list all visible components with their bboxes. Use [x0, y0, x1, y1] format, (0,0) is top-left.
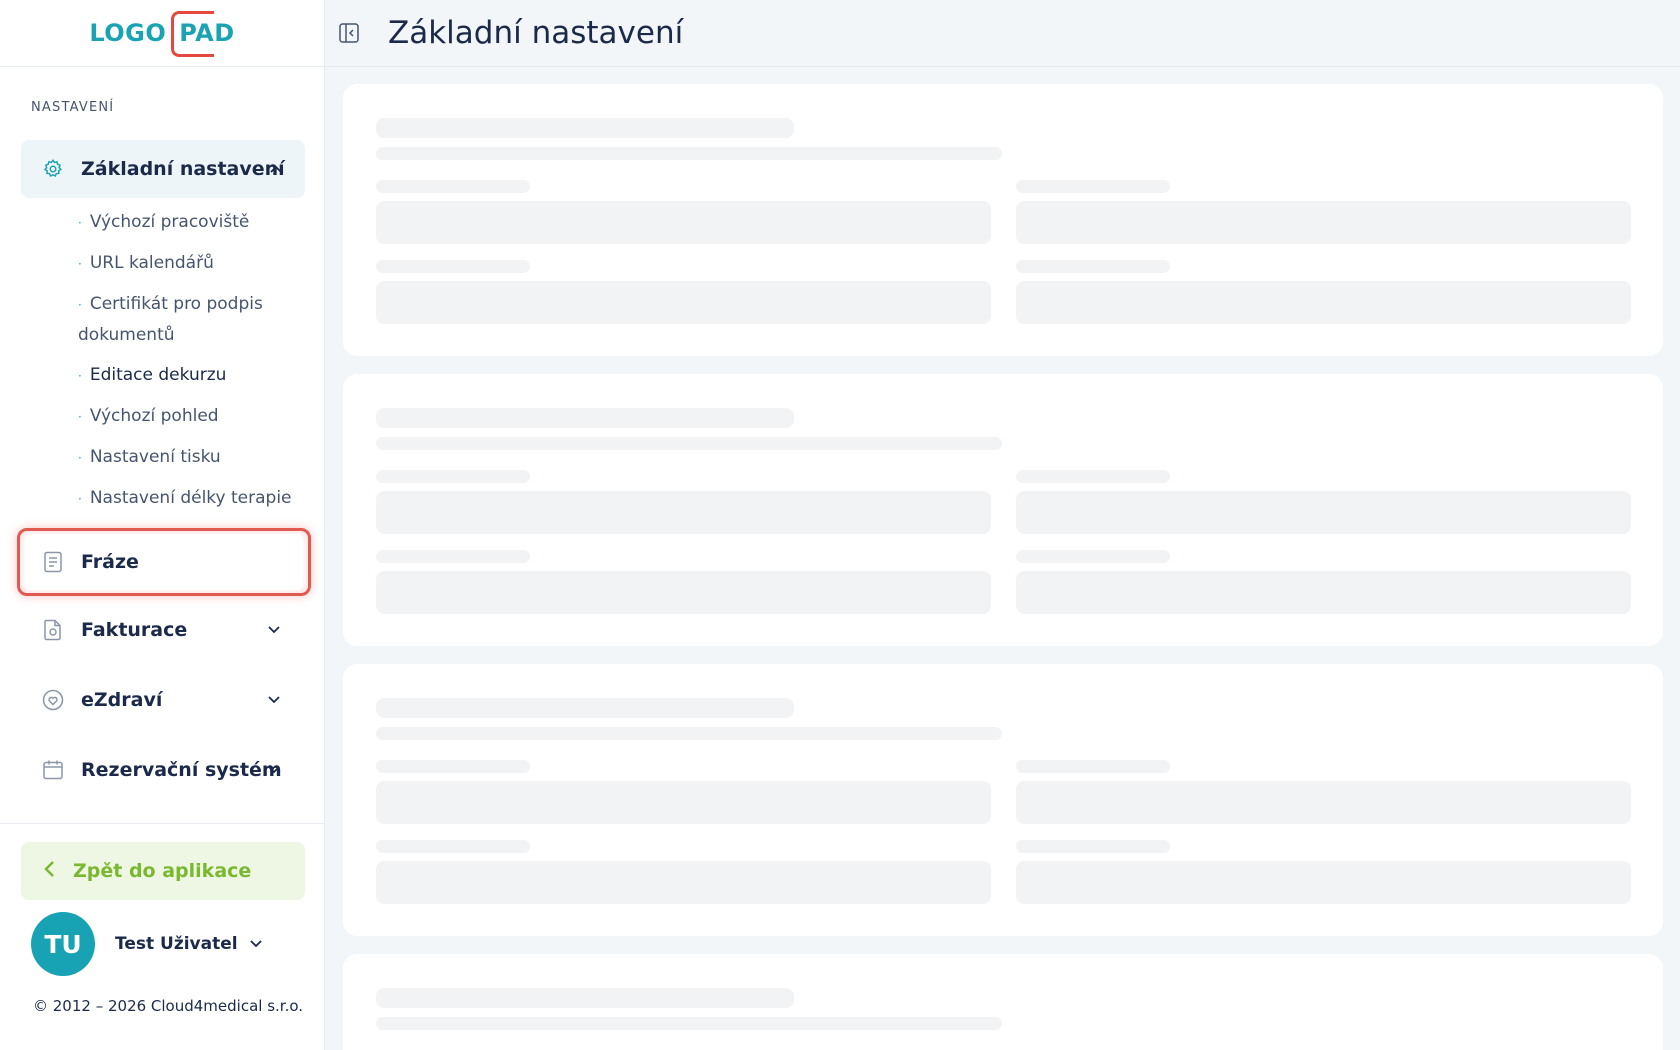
skeleton-card: [343, 954, 1663, 1050]
skeleton-label: [1016, 550, 1170, 563]
bullet-dot: ·: [78, 410, 82, 424]
sidebar-divider: [0, 823, 325, 824]
sidebar-collapse-icon[interactable]: [337, 21, 361, 45]
skeleton-field: [376, 781, 991, 824]
gear-icon: [41, 157, 65, 181]
user-name: Test Uživatel: [115, 934, 238, 954]
sidebar-item-label: Fráze: [81, 551, 139, 573]
bullet-dot: ·: [78, 492, 82, 506]
skeleton-subtitle: [376, 727, 1002, 740]
skeleton-field: [1016, 491, 1631, 534]
heart-icon: [41, 688, 65, 712]
sidebar-item-label: Základní nastavení: [81, 158, 285, 180]
sub-item-default-workplace[interactable]: · Výchozí pracoviště: [78, 207, 308, 238]
section-label: NASTAVENÍ: [31, 100, 115, 115]
skeleton-field: [1016, 281, 1631, 324]
skeleton-label: [1016, 760, 1170, 773]
logo-area: LOGO PAD: [0, 0, 324, 67]
skeleton-subtitle: [376, 437, 1002, 450]
sub-item-therapy-length[interactable]: · Nastavení délky terapie: [78, 483, 308, 514]
skeleton-field: [1016, 781, 1631, 824]
sidebar-item-ezdravi[interactable]: eZdraví: [21, 671, 305, 729]
skeleton-title: [376, 408, 794, 428]
skeleton-label: [1016, 260, 1170, 273]
sidebar-item-phrases[interactable]: Fráze: [25, 534, 303, 590]
sub-item-edit-dekurz[interactable]: · Editace dekurzu: [78, 360, 308, 391]
copyright: © 2012 – 2026 Cloud4medical s.r.o.: [33, 997, 304, 1015]
skeleton-label: [376, 470, 530, 483]
skeleton-subtitle: [376, 1017, 1002, 1030]
logo[interactable]: LOGO PAD: [89, 11, 234, 57]
skeleton-subtitle: [376, 147, 1002, 160]
chevron-down-icon: [249, 937, 263, 951]
bullet-dot: ·: [78, 451, 82, 465]
avatar: TU: [31, 912, 95, 976]
skeleton-field: [376, 281, 991, 324]
bullet-dot: ·: [78, 257, 82, 271]
skeleton-title: [376, 698, 794, 718]
page-title: Základní nastavení: [388, 15, 684, 51]
skeleton-field: [376, 861, 991, 904]
sub-item-print-settings[interactable]: · Nastavení tisku: [78, 442, 308, 473]
skeleton-card: [343, 374, 1663, 646]
page-header: Základní nastavení: [325, 0, 1680, 67]
skeleton-title: [376, 988, 794, 1008]
sidebar-item-basic-settings[interactable]: Základní nastavení: [21, 140, 305, 198]
skeleton-label: [376, 550, 530, 563]
skeleton-field: [1016, 201, 1631, 244]
sub-item-calendar-url[interactable]: · URL kalendářů: [78, 248, 308, 279]
sidebar-item-label: Fakturace: [81, 619, 188, 641]
back-to-app-button[interactable]: Zpět do aplikace: [21, 842, 305, 900]
chevron-down-icon: [267, 623, 281, 637]
sub-item-certificate[interactable]: · Certifikát pro podpis dokumentů: [78, 289, 278, 350]
skeleton-field: [1016, 571, 1631, 614]
chevron-left-icon: [43, 860, 55, 882]
calendar-icon: [41, 758, 65, 782]
bullet-dot: ·: [78, 216, 82, 230]
skeleton-label: [376, 260, 530, 273]
skeleton-card: [343, 664, 1663, 936]
chevron-down-icon: [267, 763, 281, 777]
sidebar-item-label: eZdraví: [81, 689, 163, 711]
sub-item-default-view[interactable]: · Výchozí pohled: [78, 401, 308, 432]
sidebar: LOGO PAD NASTAVENÍ Základní nastavení · V…: [0, 0, 325, 1050]
back-button-label: Zpět do aplikace: [73, 860, 252, 882]
skeleton-title: [376, 118, 794, 138]
skeleton-field: [376, 571, 991, 614]
logo-text-left: LOGO: [89, 19, 167, 47]
skeleton-field: [376, 491, 991, 534]
chevron-up-icon: [269, 162, 283, 176]
sidebar-item-reservation-system[interactable]: Rezervační systém: [21, 741, 305, 799]
sidebar-item-invoicing[interactable]: Fakturace: [21, 601, 305, 659]
invoice-icon: [41, 618, 65, 642]
bullet-dot: ·: [78, 369, 82, 383]
skeleton-label: [376, 760, 530, 773]
skeleton-label: [1016, 470, 1170, 483]
skeleton-label: [1016, 840, 1170, 853]
document-icon: [41, 550, 65, 574]
chevron-down-icon: [267, 693, 281, 707]
skeleton-card: [343, 84, 1663, 356]
user-menu[interactable]: TU Test Uživatel: [31, 912, 291, 976]
skeleton-field: [376, 201, 991, 244]
logo-text-right: PAD: [171, 11, 234, 57]
skeleton-label: [376, 840, 530, 853]
skeleton-label: [376, 180, 530, 193]
skeleton-field: [1016, 861, 1631, 904]
bullet-dot: ·: [78, 298, 82, 312]
sidebar-item-label: Rezervační systém: [81, 759, 282, 781]
skeleton-label: [1016, 180, 1170, 193]
